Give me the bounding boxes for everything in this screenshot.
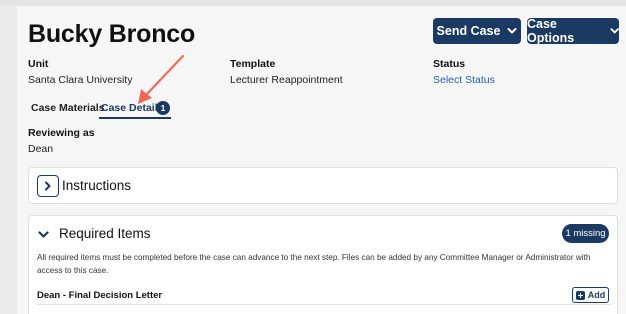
active-tab-indicator bbox=[99, 117, 171, 119]
reviewing-as-label: Reviewing as bbox=[28, 127, 95, 139]
case-options-button[interactable]: Case Options bbox=[527, 17, 619, 45]
tab-case-details[interactable]: Case Details bbox=[101, 102, 163, 114]
unit-value: Santa Clara University bbox=[28, 74, 133, 86]
chevron-down-icon bbox=[610, 28, 619, 34]
chevron-down-icon bbox=[507, 28, 517, 34]
chevron-down-icon[interactable] bbox=[38, 229, 49, 240]
template-label: Template bbox=[230, 58, 276, 70]
chevron-right-icon bbox=[45, 181, 51, 191]
required-item-name: Dean - Final Decision Letter bbox=[37, 290, 163, 301]
required-items-title: Required Items bbox=[59, 226, 151, 241]
divider bbox=[37, 304, 611, 305]
case-options-label: Case Options bbox=[527, 17, 575, 45]
instructions-card: Instructions bbox=[28, 167, 618, 204]
status-select-link[interactable]: Select Status bbox=[433, 74, 495, 86]
case-title: Bucky Bronco bbox=[28, 20, 196, 48]
tab-count-badge: 1 bbox=[156, 101, 170, 115]
instructions-title: Instructions bbox=[62, 178, 132, 193]
template-value: Lecturer Reappointment bbox=[230, 74, 343, 86]
status-label: Status bbox=[433, 58, 466, 70]
tab-case-materials[interactable]: Case Materials bbox=[31, 102, 105, 114]
send-case-label: Send Case bbox=[436, 24, 501, 38]
reviewing-as-value: Dean bbox=[28, 143, 54, 155]
add-item-button[interactable]: Add bbox=[572, 287, 609, 303]
unit-label: Unit bbox=[28, 58, 49, 70]
required-items-card: Required Items 1 missing All required it… bbox=[28, 215, 618, 314]
missing-count-badge: 1 missing bbox=[562, 224, 609, 243]
required-items-description: All required items must be completed bef… bbox=[37, 253, 591, 275]
send-case-button[interactable]: Send Case bbox=[433, 18, 521, 44]
expand-instructions-button[interactable] bbox=[37, 175, 59, 197]
add-item-label: Add bbox=[587, 290, 606, 300]
plus-icon bbox=[575, 290, 585, 300]
